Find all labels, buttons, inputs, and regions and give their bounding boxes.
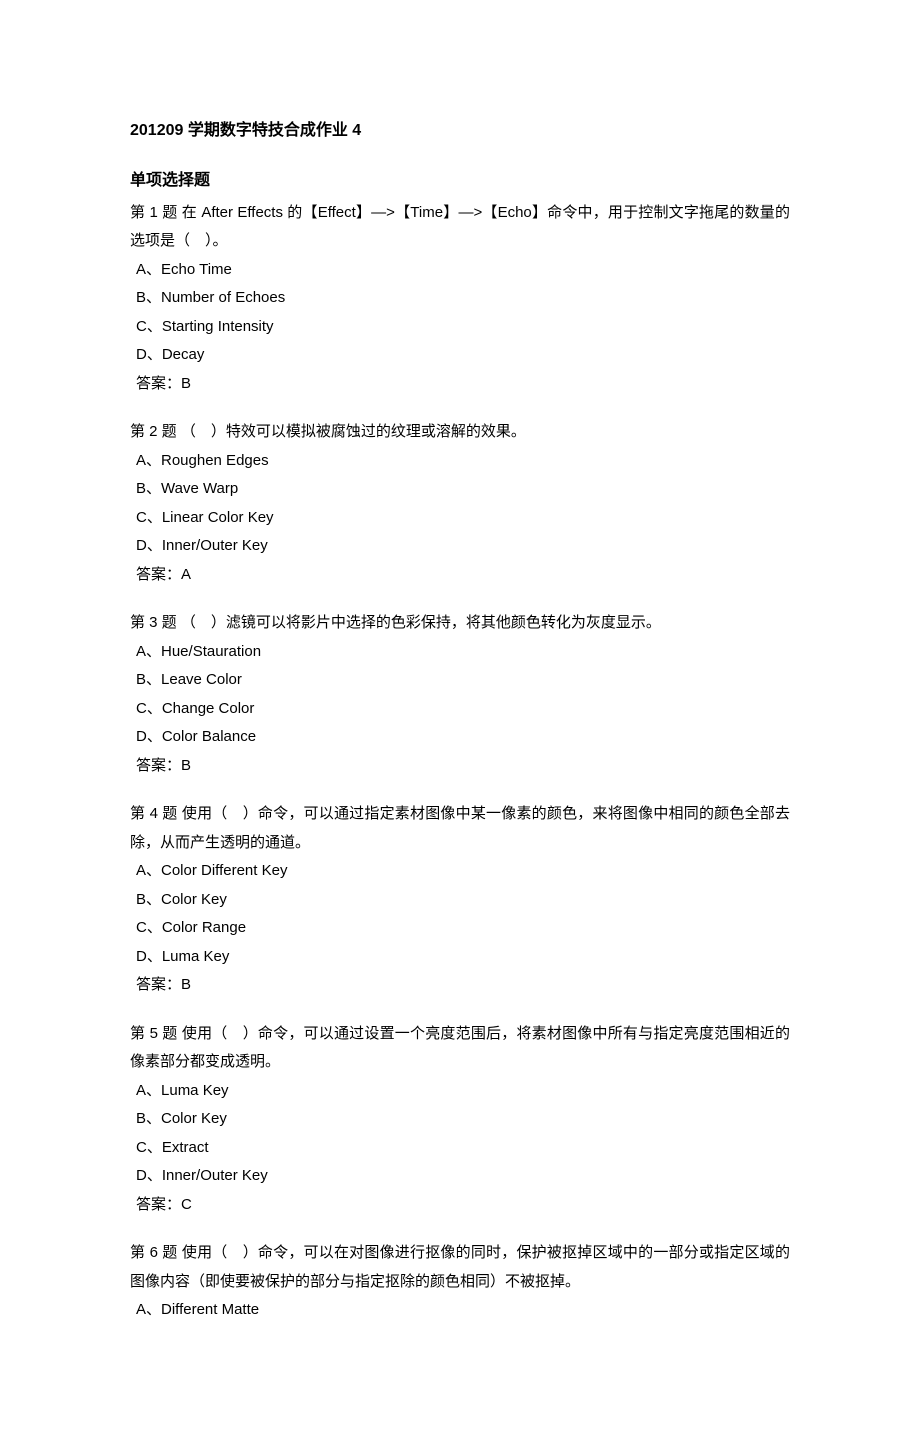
question-option: B、Number of Echoes (130, 284, 790, 313)
answer-value: B (181, 976, 191, 993)
question-stem: 第 6 题 使用（ ）命令，可以在对图像进行抠像的同时，保护被抠掉区域中的一部分… (130, 1239, 790, 1296)
question-option: C、Linear Color Key (130, 504, 790, 533)
question-answer: 答案：B (130, 971, 790, 1000)
question-block: 第 2 题 （ ）特效可以模拟被腐蚀过的纹理或溶解的效果。A、Roughen E… (130, 418, 790, 589)
answer-label: 答案： (136, 757, 181, 774)
question-option: D、Decay (130, 341, 790, 370)
question-option: B、Color Key (130, 886, 790, 915)
question-stem: 第 3 题 （ ）滤镜可以将影片中选择的色彩保持，将其他颜色转化为灰度显示。 (130, 609, 790, 638)
question-answer: 答案：B (130, 752, 790, 781)
answer-value: B (181, 375, 191, 392)
question-answer: 答案：B (130, 370, 790, 399)
question-option: A、Hue/Stauration (130, 638, 790, 667)
question-option: A、Luma Key (130, 1077, 790, 1106)
document-title: 201209 学期数字特技合成作业 4 (130, 116, 790, 146)
answer-label: 答案： (136, 976, 181, 993)
question-option: B、Leave Color (130, 666, 790, 695)
question-option: C、Change Color (130, 695, 790, 724)
question-stem: 第 1 题 在 After Effects 的【Effect】—>【Time】—… (130, 199, 790, 256)
answer-label: 答案： (136, 566, 181, 583)
question-option: A、Color Different Key (130, 857, 790, 886)
question-option: D、Color Balance (130, 723, 790, 752)
questions-container: 第 1 题 在 After Effects 的【Effect】—>【Time】—… (130, 199, 790, 1325)
question-option: C、Color Range (130, 914, 790, 943)
question-block: 第 6 题 使用（ ）命令，可以在对图像进行抠像的同时，保护被抠掉区域中的一部分… (130, 1239, 790, 1325)
question-block: 第 5 题 使用（ ）命令，可以通过设置一个亮度范围后，将素材图像中所有与指定亮… (130, 1020, 790, 1220)
question-stem: 第 2 题 （ ）特效可以模拟被腐蚀过的纹理或溶解的效果。 (130, 418, 790, 447)
question-option: A、Roughen Edges (130, 447, 790, 476)
question-option: A、Different Matte (130, 1296, 790, 1325)
question-option: D、Inner/Outer Key (130, 1162, 790, 1191)
answer-value: C (181, 1196, 192, 1213)
question-option: B、Wave Warp (130, 475, 790, 504)
question-option: C、Starting Intensity (130, 313, 790, 342)
question-answer: 答案：A (130, 561, 790, 590)
answer-label: 答案： (136, 375, 181, 392)
question-option: A、Echo Time (130, 256, 790, 285)
question-stem: 第 5 题 使用（ ）命令，可以通过设置一个亮度范围后，将素材图像中所有与指定亮… (130, 1020, 790, 1077)
question-option: D、Inner/Outer Key (130, 532, 790, 561)
section-header: 单项选择题 (130, 166, 790, 196)
question-option: C、Extract (130, 1134, 790, 1163)
question-answer: 答案：C (130, 1191, 790, 1220)
question-block: 第 4 题 使用（ ）命令，可以通过指定素材图像中某一像素的颜色，来将图像中相同… (130, 800, 790, 1000)
question-option: D、Luma Key (130, 943, 790, 972)
question-block: 第 3 题 （ ）滤镜可以将影片中选择的色彩保持，将其他颜色转化为灰度显示。A、… (130, 609, 790, 780)
page-container: 201209 学期数字特技合成作业 4 单项选择题 第 1 题 在 After … (0, 0, 920, 1445)
answer-value: B (181, 757, 191, 774)
answer-label: 答案： (136, 1196, 181, 1213)
question-block: 第 1 题 在 After Effects 的【Effect】—>【Time】—… (130, 199, 790, 399)
question-option: B、Color Key (130, 1105, 790, 1134)
answer-value: A (181, 566, 191, 583)
question-stem: 第 4 题 使用（ ）命令，可以通过指定素材图像中某一像素的颜色，来将图像中相同… (130, 800, 790, 857)
